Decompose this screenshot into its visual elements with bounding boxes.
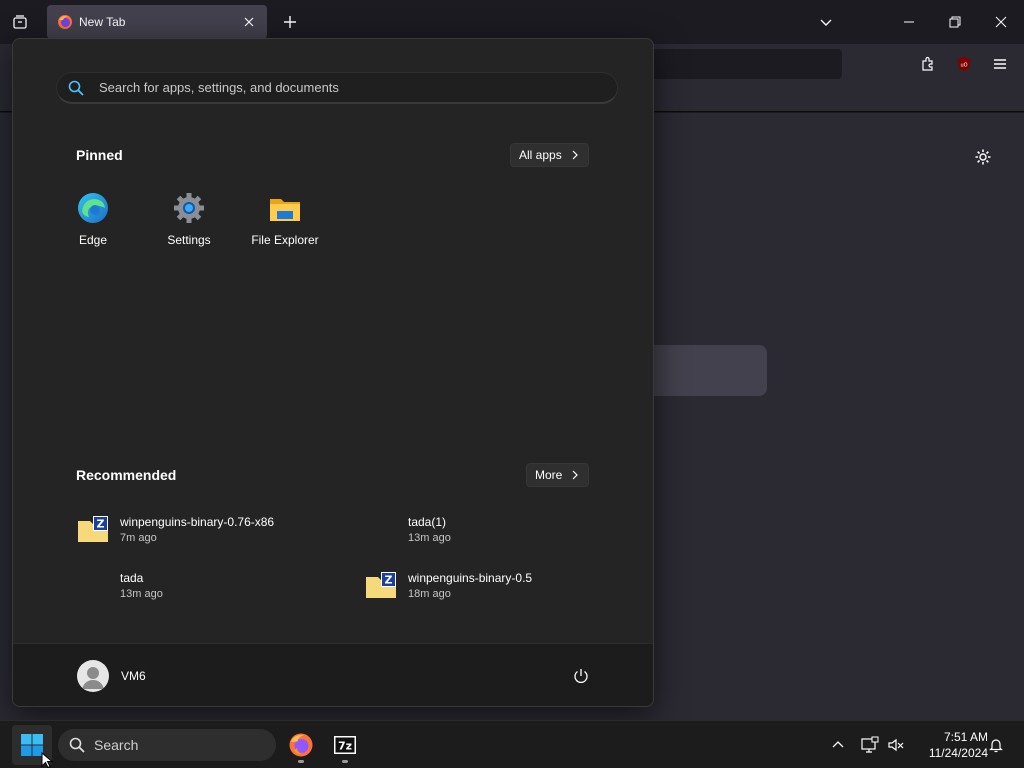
close-window-icon[interactable] bbox=[978, 0, 1024, 44]
recommended-item[interactable]: tada 13m ago bbox=[76, 563, 336, 607]
recommended-name: winpenguins-binary-0.76-x86 bbox=[120, 514, 275, 529]
running-indicator bbox=[298, 760, 304, 763]
firefox-icon bbox=[289, 733, 313, 757]
start-menu: Search for apps, settings, and documents… bbox=[12, 38, 654, 707]
close-tab-icon[interactable] bbox=[241, 14, 257, 30]
minimize-icon[interactable] bbox=[886, 0, 932, 44]
all-apps-button[interactable]: All apps bbox=[510, 143, 589, 167]
all-apps-label: All apps bbox=[519, 148, 562, 162]
gear-icon[interactable] bbox=[972, 146, 994, 168]
pinned-app-label: Edge bbox=[78, 233, 108, 247]
recommended-time: 13m ago bbox=[408, 531, 451, 544]
folder-icon bbox=[270, 199, 300, 221]
pinned-title: Pinned bbox=[76, 147, 123, 163]
clock-date: 11/24/2024 bbox=[928, 746, 988, 760]
chevron-up-icon[interactable] bbox=[828, 735, 848, 755]
svg-text:Z: Z bbox=[385, 574, 393, 587]
pinned-app-label: Settings bbox=[167, 233, 211, 247]
recommended-item[interactable]: Z winpenguins-binary-0.76-x86 7m ago bbox=[76, 507, 336, 551]
chevron-right-icon bbox=[572, 470, 579, 480]
recommended-time: 7m ago bbox=[120, 531, 157, 544]
user-name[interactable]: VM6 bbox=[121, 669, 146, 683]
blank-file-icon bbox=[364, 512, 398, 546]
search-icon bbox=[68, 80, 84, 96]
recommended-time: 13m ago bbox=[120, 587, 163, 600]
settings-gear-icon bbox=[174, 193, 204, 223]
mouse-cursor-icon bbox=[41, 752, 53, 768]
zip-folder-icon: Z bbox=[366, 572, 396, 598]
pinned-app-file-explorer[interactable]: File Explorer bbox=[240, 187, 330, 257]
search-placeholder: Search for apps, settings, and documents bbox=[99, 80, 339, 95]
recommended-name: tada(1) bbox=[408, 514, 447, 529]
more-button[interactable]: More bbox=[526, 463, 590, 487]
search-icon bbox=[69, 737, 85, 753]
new-tab-plus-icon[interactable] bbox=[280, 12, 300, 32]
taskbar-clock[interactable]: 7:51 AM 11/24/2024 bbox=[912, 729, 988, 761]
zip-folder-icon: Z bbox=[78, 516, 108, 542]
taskbar-app-7zip[interactable]: 7z bbox=[325, 725, 365, 765]
chevron-right-icon bbox=[572, 150, 578, 160]
start-menu-footer: VM6 bbox=[13, 643, 653, 706]
network-icon[interactable] bbox=[860, 735, 880, 755]
recommended-item[interactable]: Z winpenguins-binary-0.5 18m ago bbox=[364, 563, 624, 607]
restore-icon[interactable] bbox=[932, 0, 978, 44]
tab-list-icon[interactable] bbox=[8, 10, 32, 34]
tab-title: New Tab bbox=[79, 15, 126, 29]
pinned-app-label: File Explorer bbox=[251, 233, 319, 247]
pinned-app-edge[interactable]: Edge bbox=[48, 187, 138, 257]
hamburger-menu-icon[interactable] bbox=[990, 54, 1010, 74]
7zip-label: 7z bbox=[338, 740, 352, 753]
ublock-origin-icon[interactable]: uO bbox=[954, 54, 974, 74]
extensions-icon[interactable] bbox=[918, 54, 938, 74]
volume-muted-icon[interactable] bbox=[886, 735, 906, 755]
user-avatar-icon[interactable] bbox=[77, 660, 109, 692]
clock-time: 7:51 AM bbox=[943, 730, 988, 744]
start-search-input[interactable]: Search for apps, settings, and documents bbox=[56, 72, 618, 104]
svg-text:Z: Z bbox=[97, 518, 105, 531]
more-label: More bbox=[535, 468, 563, 482]
edge-icon bbox=[78, 193, 108, 223]
recommended-time: 18m ago bbox=[408, 587, 451, 600]
svg-text:uO: uO bbox=[960, 63, 967, 69]
notification-bell-icon[interactable] bbox=[986, 735, 1006, 755]
recommended-item[interactable]: tada(1) 13m ago bbox=[364, 507, 624, 551]
recommended-name: winpenguins-binary-0.5 bbox=[408, 570, 533, 585]
7zip-icon: 7z bbox=[334, 736, 356, 754]
taskbar-search[interactable]: Search bbox=[58, 729, 276, 761]
tab-new-tab[interactable]: New Tab bbox=[47, 5, 267, 39]
taskbar-app-firefox[interactable] bbox=[281, 725, 321, 765]
blank-file-icon bbox=[76, 568, 110, 602]
recommended-title: Recommended bbox=[76, 467, 177, 483]
running-indicator bbox=[342, 760, 348, 763]
recommended-name: tada bbox=[120, 570, 144, 585]
taskbar-search-label: Search bbox=[94, 737, 139, 753]
firefox-favicon-icon bbox=[58, 15, 72, 29]
power-icon[interactable] bbox=[571, 666, 591, 686]
pinned-app-settings[interactable]: Settings bbox=[144, 187, 234, 257]
taskbar: Search 7z 7:51 AM 11/24/2024 bbox=[0, 720, 1024, 768]
chevron-down-icon[interactable] bbox=[816, 12, 836, 32]
